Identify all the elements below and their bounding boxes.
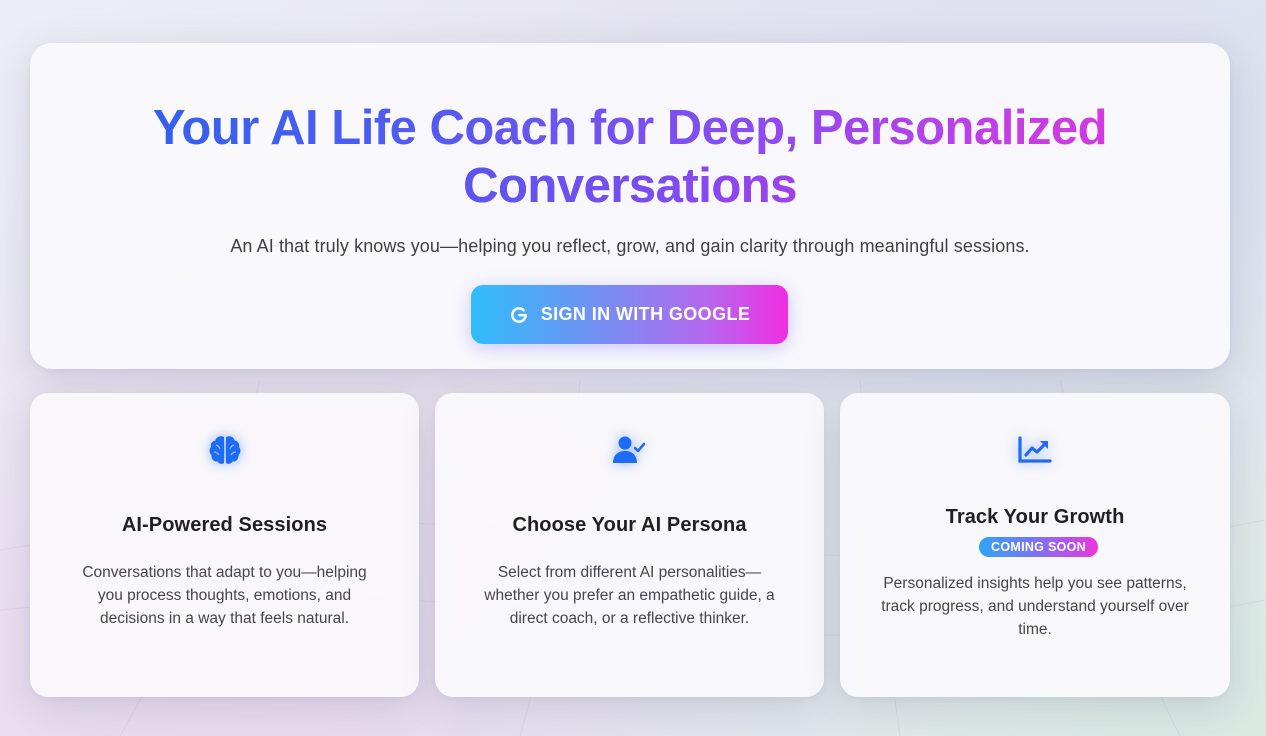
feature-title: Track Your Growth (945, 506, 1125, 528)
feature-description: Conversations that adapt to you—helping … (82, 564, 367, 627)
sign-in-google-button[interactable]: SIGN IN WITH GOOGLE (471, 285, 788, 344)
hero-card: Your AI Life Coach for Deep, Personalize… (30, 43, 1230, 369)
coming-soon-badge: COMING SOON (979, 537, 1098, 557)
chart-line-icon (1018, 436, 1052, 463)
hero-subtitle: An AI that truly knows you—helping you r… (230, 236, 1030, 256)
user-check-icon (612, 436, 645, 463)
brain-icon (209, 436, 240, 464)
hero-title-line2: Conversations (463, 159, 797, 213)
sign-in-google-label: SIGN IN WITH GOOGLE (540, 304, 751, 324)
feature-description: Personalized insights help you see patte… (881, 575, 1189, 638)
feature-title: Choose Your AI Persona (512, 514, 747, 536)
feature-card-track-growth: Track Your Growth COMING SOON Personaliz… (840, 393, 1230, 697)
feature-title: AI-Powered Sessions (121, 514, 328, 536)
feature-card-ai-persona: Choose Your AI Persona Select from diffe… (435, 393, 824, 697)
hero-title: Your AI Life Coach for Deep, Personalize… (30, 99, 1230, 215)
feature-card-ai-sessions: AI-Powered Sessions Conversations that a… (30, 393, 419, 697)
google-icon (510, 306, 527, 323)
feature-description: Select from different AI personalities—w… (484, 564, 775, 627)
hero-title-line1: Your AI Life Coach for Deep, Personalize… (152, 101, 1108, 155)
